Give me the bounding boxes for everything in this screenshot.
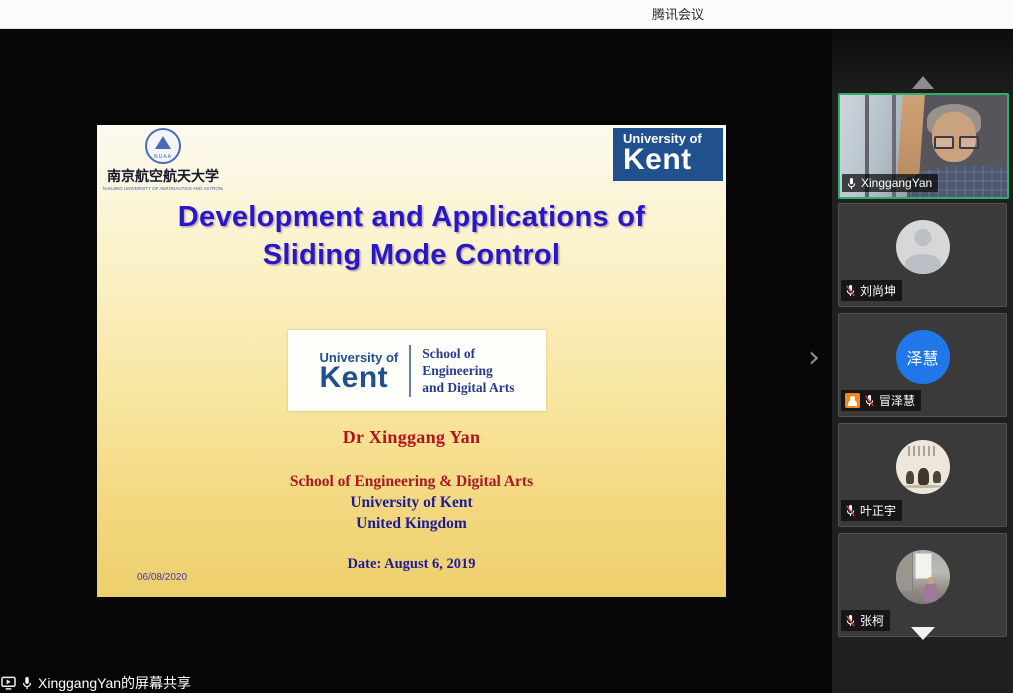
participant-tile-xinggangyan[interactable]: XinggangYan <box>838 93 1009 199</box>
avatar-photo <box>896 550 950 604</box>
kent-logo: University of Kent <box>613 128 723 181</box>
nuaa-emblem-icon: NUAA <box>145 128 181 164</box>
slide-title: Development and Applications of Sliding … <box>97 198 726 274</box>
nuaa-name-en: NANJING UNIVERSITY OF AERONAUTICS AND AS… <box>103 186 223 191</box>
screen-share-label: XinggangYan的屏幕共享 <box>38 673 191 693</box>
shared-screen-area: NUAA 南京航空航天大学 NANJING UNIVERSITY OF AERO… <box>0 29 832 693</box>
participant-name-tag: 叶正宇 <box>841 500 902 521</box>
participant-tile-liushangkun[interactable]: 刘尚坤 <box>838 203 1007 307</box>
kent-school-logo: University of Kent School of Engineering… <box>288 330 546 411</box>
mic-muted-icon <box>864 394 875 407</box>
participant-tile-maozehui[interactable]: 泽慧 冒泽慧 <box>838 313 1007 417</box>
avatar-photo <box>896 440 950 494</box>
avatar-initials: 泽慧 <box>896 330 950 384</box>
participant-name-tag: XinggangYan <box>842 174 938 192</box>
meeting-window: 腾讯会议 NUAA 南京航空航天大学 NANJING UNIVERSITY OF… <box>0 0 1013 693</box>
participants-sidebar: XinggangYan 刘尚坤 泽慧 <box>832 29 1013 693</box>
presentation-slide: NUAA 南京航空航天大学 NANJING UNIVERSITY OF AERO… <box>97 125 726 597</box>
logo-divider <box>409 345 411 397</box>
slide-date: Date: August 6, 2019 <box>97 556 726 573</box>
participant-name-tag: 冒泽慧 <box>841 390 921 411</box>
nuaa-logo: NUAA 南京航空航天大学 NANJING UNIVERSITY OF AERO… <box>103 128 223 191</box>
mic-muted-icon <box>845 614 856 627</box>
microphone-icon <box>21 676 33 690</box>
sidebar-collapse-chevron-icon[interactable]: › <box>808 343 820 373</box>
slide-affiliation: School of Engineering & Digital Arts Uni… <box>97 471 726 534</box>
mic-muted-icon <box>845 284 856 297</box>
scroll-up-arrow-icon[interactable] <box>912 76 934 89</box>
mic-on-icon <box>846 177 857 190</box>
mic-muted-icon <box>845 504 856 517</box>
host-badge-icon <box>845 393 860 408</box>
slide-author: Dr Xinggang Yan <box>97 427 726 448</box>
app-title: 腾讯会议 <box>652 4 704 23</box>
participant-name-tag: 张柯 <box>841 610 890 631</box>
slide-footer-date: 06/08/2020 <box>137 572 187 583</box>
participant-tile-yezhengyu[interactable]: 叶正宇 <box>838 423 1007 527</box>
avatar-placeholder <box>896 220 950 274</box>
screen-share-status: XinggangYan的屏幕共享 <box>1 673 191 693</box>
participant-name-tag: 刘尚坤 <box>841 280 902 301</box>
nuaa-name-cn: 南京航空航天大学 <box>103 166 223 186</box>
scroll-down-arrow-icon[interactable] <box>911 627 935 640</box>
screen-share-icon <box>1 676 16 690</box>
participant-tile-zhangke[interactable]: 张柯 <box>838 533 1007 637</box>
title-bar: 腾讯会议 <box>0 0 1013 29</box>
